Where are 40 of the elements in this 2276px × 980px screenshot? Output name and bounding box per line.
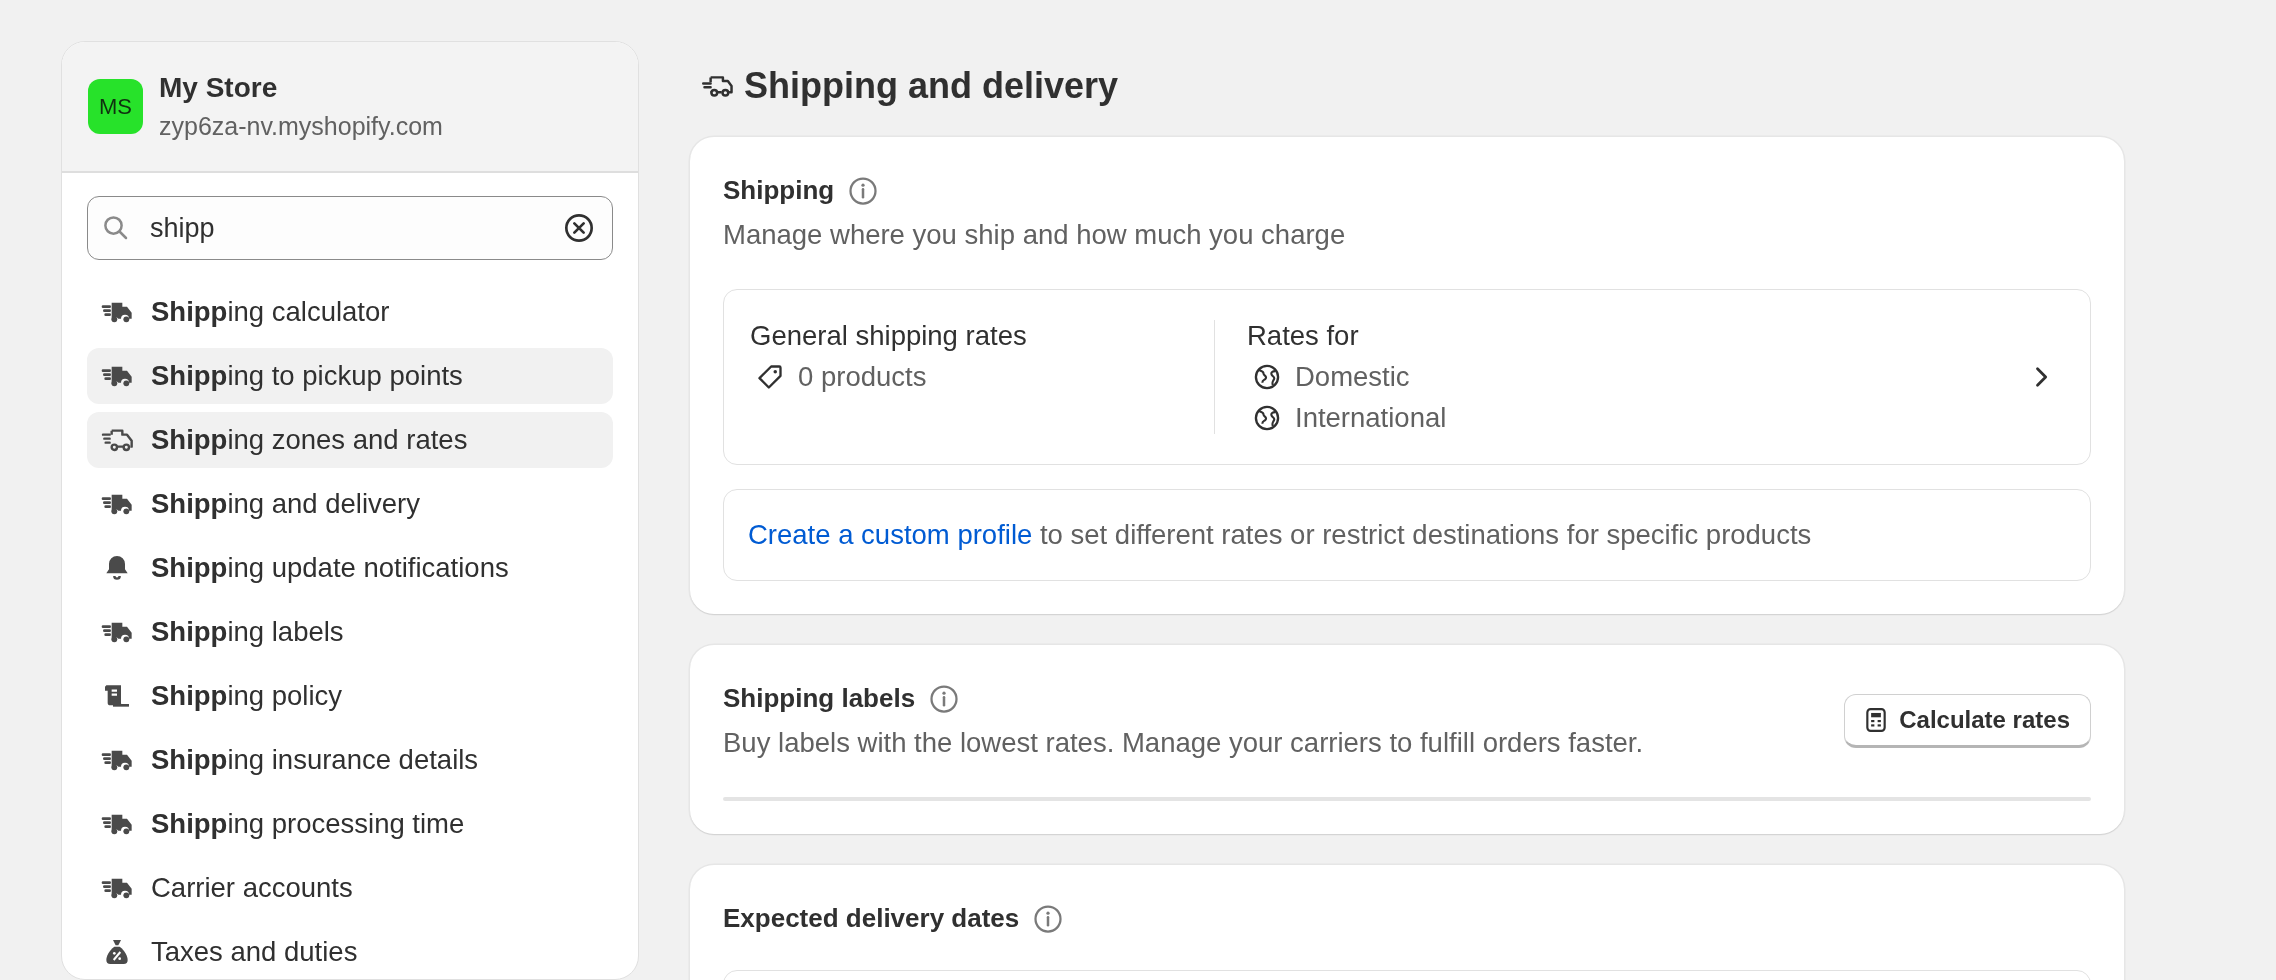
search-result[interactable]: Carrier accounts	[87, 860, 613, 916]
search-result[interactable]: Shipping processing time	[87, 796, 613, 852]
chevron-right-icon	[2034, 365, 2048, 389]
calculator-icon	[1865, 707, 1888, 733]
search-field[interactable]: shipp	[87, 196, 613, 260]
profile-name: General shipping rates	[750, 320, 1028, 352]
search-result[interactable]: Shipping update notifications	[87, 540, 613, 596]
card-description: Manage where you ship and how much you charge	[723, 219, 1347, 251]
search-result[interactable]: Shipping and delivery	[87, 476, 613, 532]
card-description: Buy labels with the lowest rates. Manage your carriers to fulfill orders faster.	[723, 727, 1644, 759]
rates-label: Rates for	[1247, 320, 1360, 352]
info-icon[interactable]	[1033, 903, 1064, 934]
zone-name: Domestic	[1295, 361, 1410, 393]
search-result[interactable]: Shipping to pickup points	[87, 348, 613, 404]
zone-name: International	[1295, 402, 1447, 434]
search-result[interactable]: Shipping zones and rates	[87, 412, 613, 468]
tag-icon	[756, 363, 784, 391]
globe-icon	[1253, 404, 1281, 432]
custom-profile-link[interactable]: Create a custom profile	[748, 519, 1033, 550]
calculate-rates-button[interactable]: Calculate rates	[1844, 694, 2091, 748]
store-domain: zyp6za-nv.myshopify.com	[159, 112, 443, 141]
shipping-profile-row[interactable]: General shipping rates 0 products Rates for Domestic International	[723, 289, 2091, 465]
card-title: Shipping	[723, 175, 835, 206]
search-result[interactable]: Taxes and duties	[87, 924, 613, 979]
store-avatar: MS	[88, 79, 143, 134]
custom-profile-note: Create a custom profile to set different rates or restrict destinations for specific products	[748, 519, 1812, 550]
search-result[interactable]: Shipping policy	[87, 668, 613, 724]
search-result[interactable]: Shipping insurance details	[87, 732, 613, 788]
globe-icon	[1253, 363, 1281, 391]
truck-icon	[702, 73, 734, 99]
search-result[interactable]: Shipping labels	[87, 604, 613, 660]
card-title: Expected delivery dates	[723, 903, 1020, 934]
clear-icon[interactable]	[563, 212, 595, 244]
page-title: Shipping and delivery	[744, 65, 1119, 107]
info-icon[interactable]	[848, 175, 879, 206]
info-icon[interactable]	[929, 683, 960, 714]
product-count: 0 products	[798, 361, 927, 393]
store-name: My Store	[159, 72, 279, 104]
search-result[interactable]: Shipping calculator	[87, 284, 613, 340]
card-title: Shipping labels	[723, 683, 916, 714]
